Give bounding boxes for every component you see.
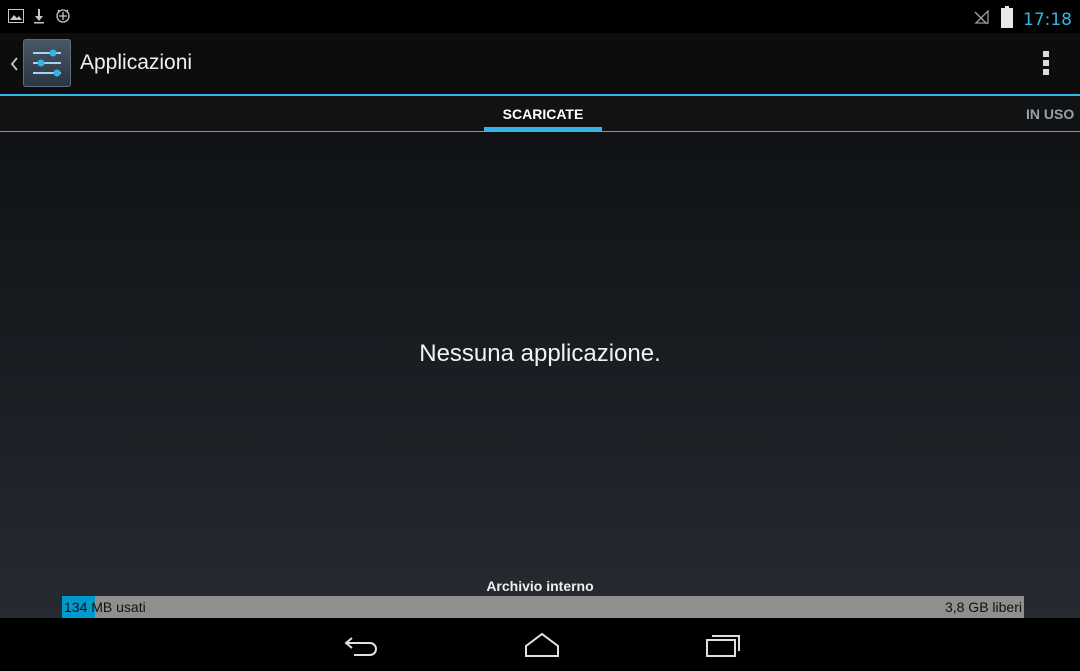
recent-apps-icon[interactable] (703, 630, 743, 660)
tab-selected-indicator (484, 127, 602, 131)
navigation-bar (0, 618, 1080, 671)
storage-free-text: 3,8 GB liberi (944, 599, 1022, 615)
tab-strip: SCARICATE IN USO (0, 96, 1080, 132)
app-list-area[interactable]: Nessuna applicazione. Archivio interno 1… (0, 132, 1080, 618)
image-icon (8, 9, 24, 28)
system-icons: 17:18 (973, 6, 1072, 33)
download-icon (33, 8, 45, 29)
storage-used-suffix: MB usati (87, 599, 146, 615)
usb-debug-icon (54, 7, 72, 30)
storage-used-number: 134 (64, 599, 88, 615)
back-icon[interactable] (342, 630, 382, 660)
clock: 17:18 (1023, 9, 1072, 30)
storage-bar: 134 MB usati 3,8 GB liberi (62, 596, 1024, 618)
notification-icons (8, 7, 72, 30)
home-icon[interactable] (522, 630, 562, 660)
up-caret-icon[interactable] (8, 55, 20, 73)
battery-icon (1001, 6, 1013, 33)
page-title[interactable]: Applicazioni (80, 51, 192, 75)
status-bar: 17:18 (0, 0, 1080, 33)
tab-scaricate[interactable]: SCARICATE (484, 96, 602, 131)
tab-label: SCARICATE (502, 106, 584, 122)
overflow-menu-icon[interactable] (1040, 49, 1052, 77)
tab-in-uso[interactable]: IN USO (1026, 96, 1074, 131)
storage-label: Archivio interno (486, 578, 594, 594)
action-bar: Applicazioni (0, 33, 1080, 96)
tab-label: IN USO (1026, 106, 1075, 122)
signal-off-icon (973, 8, 991, 31)
storage-used-text: 134 MB usati (64, 596, 146, 618)
settings-sliders-icon[interactable] (23, 39, 71, 87)
empty-message: Nessuna applicazione. (419, 340, 661, 367)
